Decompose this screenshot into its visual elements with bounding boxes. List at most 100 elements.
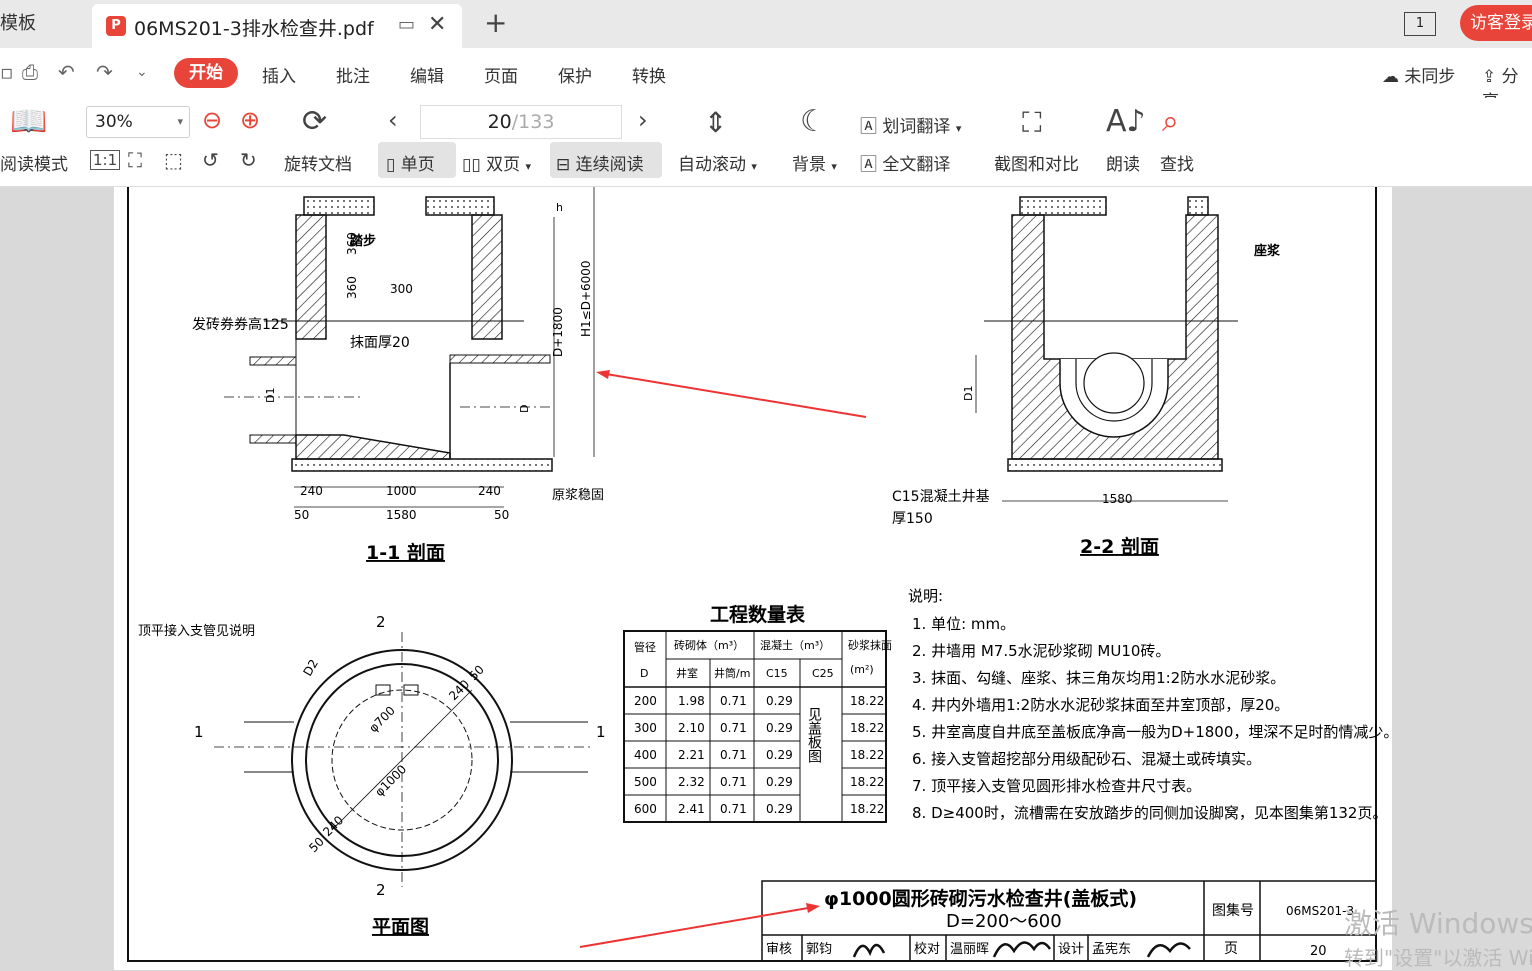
table-cell: 400 (634, 748, 657, 762)
table-cell: 0.71 (720, 748, 747, 762)
title-section-1-1: 1-1 剖面 (366, 541, 445, 564)
sync-status[interactable]: ☁ 未同步 (1382, 62, 1455, 87)
menu-start[interactable]: 开始 (174, 58, 238, 88)
menu-page[interactable]: 页面 (484, 62, 518, 87)
page-current: 20 (487, 111, 512, 133)
menu-annotate[interactable]: 批注 (336, 62, 370, 87)
fit-width-icon[interactable]: ⬚ (164, 148, 183, 172)
page-label: 页 (1224, 941, 1238, 957)
zoom-out-icon[interactable]: ⊖ (202, 106, 222, 134)
tb-checker: 温丽晖 (950, 942, 989, 957)
marker-2-top: 2 (376, 613, 386, 631)
continuous-label: 连续阅读 (575, 155, 644, 175)
signature-checker (992, 941, 1052, 958)
dim-240b: 240 (478, 484, 501, 498)
cover-slab-left (303, 196, 375, 216)
read-aloud-button[interactable]: 朗读 (1106, 150, 1140, 175)
table-cell: 1.98 (678, 694, 705, 708)
atlas-label: 图集号 (1212, 902, 1254, 919)
undo-icon[interactable]: ↶ (58, 60, 75, 84)
menu-convert[interactable]: 转换 (632, 62, 666, 87)
table-cell: 0.29 (766, 694, 793, 708)
read-mode-button[interactable]: 阅读模式 (0, 150, 68, 175)
table-cell: 0.71 (720, 802, 747, 816)
find-button[interactable]: 查找 (1160, 150, 1194, 175)
zoom-select[interactable]: 30% ▾ (86, 106, 190, 138)
add-tab-button[interactable]: + (484, 6, 507, 39)
tab-pdf-document[interactable]: P 06MS201-3排水检查井.pdf ▭ ✕ (92, 4, 462, 48)
table-cell: 0.71 (720, 775, 747, 789)
moon-icon: ☾ (800, 104, 827, 139)
prev-page-icon[interactable]: ‹ (388, 106, 398, 134)
print-icon[interactable]: ⎙ (22, 60, 38, 84)
engineering-drawing: 踏步 发砖券券高125 抹面厚20 原浆稳固 360 360 300 240 1… (127, 187, 1392, 962)
dim-50b: 50 (494, 508, 509, 522)
tb-check-label: 校对 (914, 941, 940, 957)
table-cell: 2.10 (678, 721, 705, 735)
screenshot-compare-button[interactable]: 截图和对比 (994, 150, 1079, 175)
pin-icon[interactable]: ▭ (398, 14, 415, 35)
single-page-button[interactable]: ▯ 单页 (386, 150, 435, 175)
zoom-in-icon[interactable]: ⊕ (240, 106, 260, 134)
close-icon[interactable]: ✕ (428, 12, 446, 37)
menu-edit[interactable]: 编辑 (410, 62, 444, 87)
table-cell: 500 (634, 775, 657, 789)
activation-watermark-hint: 转到"设置"以激活 Windows (1344, 946, 1532, 970)
table-cell: 0.71 (720, 721, 747, 735)
th-mortar: 砂浆抹面 (848, 638, 892, 652)
wall-left (295, 214, 327, 340)
th-shaft: 井筒/m (714, 666, 750, 680)
table-cell: 0.29 (766, 721, 793, 735)
fit-page-icon[interactable]: ⛶ (128, 148, 142, 172)
chevron-down-icon: ▾ (525, 160, 532, 173)
word-translate-button[interactable]: 🄰 划词翻译 ▾ (860, 112, 961, 137)
continuous-read-button[interactable]: ⊟ 连续阅读 (556, 150, 644, 175)
c25-note: 见盖板图 (806, 707, 822, 763)
word-translate-label: 划词翻译 (882, 117, 951, 137)
double-page-button[interactable]: ▯▯ 双页 ▾ (462, 150, 531, 175)
next-page-icon[interactable]: › (638, 106, 648, 134)
redo-icon[interactable]: ↷ (96, 60, 113, 84)
dim-d2: D2 (300, 657, 321, 679)
signature-reviewer (852, 943, 886, 958)
red-arrow-annotation (599, 372, 867, 418)
label-tamp: 原浆稳固 (552, 487, 604, 503)
tab-template[interactable]: 模板 (0, 0, 88, 48)
pipe-circle (1083, 352, 1145, 414)
chevron-down-icon[interactable]: ⌄ (136, 64, 148, 80)
bottom-slope (295, 434, 451, 460)
full-translate-button[interactable]: 🄰 全文翻译 (860, 150, 950, 175)
rotate-left-icon[interactable]: ↺ (202, 148, 219, 172)
label-plaster: 抹面厚20 (350, 335, 410, 351)
menu-bar: ▫ ⎙ ↶ ↷ ⌄ 开始 插入 批注 编辑 页面 保护 转换 ☁ 未同步 ⇪ 分… (0, 48, 1532, 112)
marker-1-right: 1 (596, 723, 606, 741)
dim-240-plan-b: 240 (446, 677, 472, 703)
th-brick: 砖砌体（m³） (674, 638, 744, 652)
menu-insert[interactable]: 插入 (262, 62, 296, 87)
login-button[interactable]: 访客登录 (1460, 5, 1532, 41)
actual-size-icon[interactable]: 1:1 (90, 150, 121, 170)
menu-protect[interactable]: 保护 (558, 62, 592, 87)
rotate-doc-button[interactable]: 旋转文档 (284, 150, 352, 175)
title-plan: 平面图 (372, 916, 429, 938)
save-icon[interactable]: ▫ (0, 60, 14, 84)
table-cell: 300 (634, 721, 657, 735)
document-viewport[interactable]: 踏步 发砖券券高125 抹面厚20 原浆稳固 360 360 300 240 1… (0, 187, 1532, 970)
marker-2-bottom: 2 (376, 881, 386, 899)
th-c15: C15 (766, 667, 788, 680)
tb-design-label: 设计 (1058, 942, 1084, 957)
window-count-icon[interactable]: 1 (1404, 12, 1436, 36)
continuous-icon: ⊟ (556, 155, 571, 175)
dim-1580-b: 1580 (1102, 492, 1133, 506)
auto-scroll-button[interactable]: 自动滚动 ▾ (678, 150, 757, 175)
th-concrete: 混凝土（m³） (760, 638, 830, 652)
table-cell: 0.29 (766, 802, 793, 816)
background-button[interactable]: 背景 ▾ (792, 150, 837, 175)
table-cell: 0.29 (766, 775, 793, 789)
dim-d1-right: D1 (962, 386, 975, 401)
page-number-input[interactable]: 20/133 (420, 105, 622, 139)
rotate-right-icon[interactable]: ↻ (240, 148, 257, 172)
table-cell: 0.71 (720, 694, 747, 708)
translate-icon: 🄰 (860, 117, 877, 137)
chevron-down-icon: ▾ (955, 122, 962, 135)
